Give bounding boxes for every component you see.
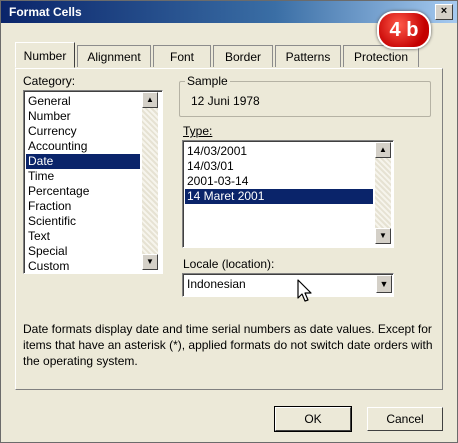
list-item[interactable]: 14/03/01 <box>185 159 373 174</box>
tab-border[interactable]: Border <box>213 45 273 67</box>
scroll-down-arrow-icon[interactable]: ▼ <box>375 228 391 244</box>
list-item[interactable]: 2001-03-14 <box>185 174 373 189</box>
scroll-up-arrow-icon[interactable]: ▲ <box>375 142 391 158</box>
scroll-down-arrow-icon[interactable]: ▼ <box>142 254 158 270</box>
step-badge: 4 b <box>377 11 431 49</box>
locale-label: Locale (location): <box>183 257 275 271</box>
category-scrollbar[interactable]: ▲ ▼ <box>142 92 158 270</box>
list-item-selected[interactable]: 14 Maret 2001 <box>185 189 373 204</box>
type-label: Type: <box>183 124 213 138</box>
list-item[interactable]: General <box>26 94 140 109</box>
dialog-title: Format Cells <box>9 5 82 19</box>
ok-button[interactable]: OK <box>274 406 352 432</box>
list-item[interactable]: Accounting <box>26 139 140 154</box>
close-icon[interactable]: × <box>435 4 453 20</box>
list-item[interactable]: Fraction <box>26 199 140 214</box>
locale-dropdown[interactable]: Indonesian ▼ <box>182 273 394 297</box>
type-list[interactable]: 14/03/2001 14/03/01 2001-03-14 14 Maret … <box>182 140 394 248</box>
sample-label: Sample <box>185 74 230 88</box>
list-item[interactable]: Custom <box>26 259 140 274</box>
category-label: Category: <box>23 74 76 88</box>
list-item[interactable]: Text <box>26 229 140 244</box>
mouse-pointer-icon <box>297 279 312 302</box>
list-item[interactable]: Number <box>26 109 140 124</box>
list-item-selected[interactable]: Date <box>26 154 140 169</box>
dropdown-arrow-icon[interactable]: ▼ <box>376 275 392 293</box>
list-item[interactable]: Percentage <box>26 184 140 199</box>
format-description: Date formats display date and time seria… <box>23 322 433 368</box>
list-item[interactable]: Time <box>26 169 140 184</box>
tab-patterns[interactable]: Patterns <box>275 45 341 67</box>
tab-alignment[interactable]: Alignment <box>77 45 151 67</box>
list-item[interactable]: Currency <box>26 124 140 139</box>
sample-value: 12 Juni 1978 <box>191 94 260 108</box>
type-scrollbar[interactable]: ▲ ▼ <box>375 142 391 244</box>
tab-number[interactable]: Number <box>15 42 75 68</box>
locale-value: Indonesian <box>187 277 246 291</box>
tab-font[interactable]: Font <box>153 45 211 67</box>
category-list[interactable]: General Number Currency Accounting Date … <box>23 90 163 274</box>
list-item[interactable]: Scientific <box>26 214 140 229</box>
list-item[interactable]: Special <box>26 244 140 259</box>
format-cells-dialog: Format Cells × 4 b Number Alignment Font… <box>0 0 458 443</box>
cancel-button[interactable]: Cancel <box>367 407 443 431</box>
scroll-up-arrow-icon[interactable]: ▲ <box>142 92 158 108</box>
list-item[interactable]: 14/03/2001 <box>185 144 373 159</box>
